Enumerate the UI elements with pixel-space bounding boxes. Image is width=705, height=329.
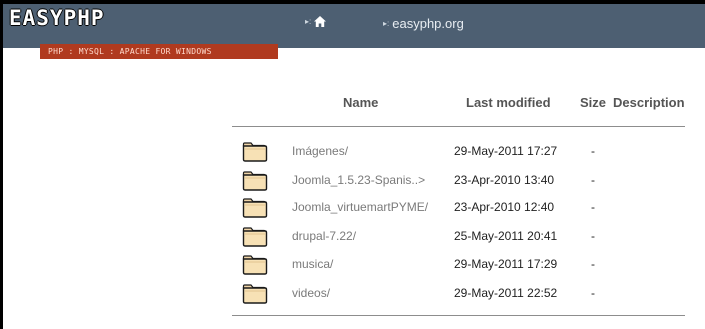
table-row[interactable]: drupal-7.22/ 25-May-2011 20:41 - bbox=[240, 226, 690, 248]
table-row[interactable]: Imágenes/ 29-May-2011 17:27 - bbox=[240, 141, 690, 163]
file-size: - bbox=[591, 229, 595, 243]
file-modified-date: 29-May-2011 17:29 bbox=[454, 257, 558, 271]
file-size: - bbox=[591, 257, 595, 271]
file-name-link[interactable]: Imágenes/ bbox=[292, 144, 348, 158]
file-size: - bbox=[591, 286, 595, 300]
nav-separator: ▸: bbox=[383, 19, 390, 28]
file-modified-date: 29-May-2011 22:52 bbox=[454, 286, 558, 300]
tagline: PHP : MYSQL : APACHE FOR WINDOWS bbox=[40, 44, 278, 59]
folder-icon bbox=[242, 142, 268, 162]
home-icon bbox=[314, 16, 327, 27]
column-header-description[interactable]: Description bbox=[613, 95, 685, 110]
folder-icon bbox=[242, 255, 268, 275]
nav-home-link[interactable]: ▸: bbox=[305, 16, 327, 27]
window-frame-left bbox=[0, 0, 3, 329]
column-header-size[interactable]: Size bbox=[580, 95, 606, 110]
header-bar: EASYPHP ▸: ▸: easyphp.org bbox=[3, 4, 705, 48]
file-name-link[interactable]: musica/ bbox=[292, 257, 333, 271]
table-divider-top bbox=[232, 126, 685, 127]
logo[interactable]: EASYPHP bbox=[9, 6, 105, 30]
nav-site-link[interactable]: ▸: easyphp.org bbox=[383, 16, 464, 31]
table-row[interactable]: Joomla_virtuemartPYME/ 23-Apr-2010 12:40… bbox=[240, 197, 690, 219]
column-header-last-modified[interactable]: Last modified bbox=[466, 95, 551, 110]
table-row[interactable]: videos/ 29-May-2011 22:52 - bbox=[240, 283, 690, 305]
file-name-link[interactable]: drupal-7.22/ bbox=[292, 229, 356, 243]
file-size: - bbox=[591, 200, 595, 214]
nav-site-label: easyphp.org bbox=[392, 16, 464, 31]
file-size: - bbox=[591, 173, 595, 187]
folder-icon bbox=[242, 198, 268, 218]
file-name-link[interactable]: Joomla_1.5.23-Spanis..> bbox=[292, 173, 425, 187]
table-row[interactable]: Joomla_1.5.23-Spanis..> 23-Apr-2010 13:4… bbox=[240, 170, 690, 192]
table-row[interactable]: musica/ 29-May-2011 17:29 - bbox=[240, 254, 690, 276]
file-name-link[interactable]: Joomla_virtuemartPYME/ bbox=[292, 200, 428, 214]
file-modified-date: 23-Apr-2010 13:40 bbox=[454, 173, 555, 187]
file-modified-date: 25-May-2011 20:41 bbox=[454, 229, 558, 243]
file-size: - bbox=[591, 144, 595, 158]
file-modified-date: 29-May-2011 17:27 bbox=[454, 144, 558, 158]
column-header-name[interactable]: Name bbox=[343, 95, 378, 110]
table-divider-bottom bbox=[232, 315, 685, 316]
file-name-link[interactable]: videos/ bbox=[292, 286, 330, 300]
folder-icon bbox=[242, 284, 268, 304]
nav-separator: ▸: bbox=[305, 17, 312, 26]
folder-icon bbox=[242, 227, 268, 247]
folder-icon bbox=[242, 171, 268, 191]
file-modified-date: 23-Apr-2010 12:40 bbox=[454, 200, 555, 214]
